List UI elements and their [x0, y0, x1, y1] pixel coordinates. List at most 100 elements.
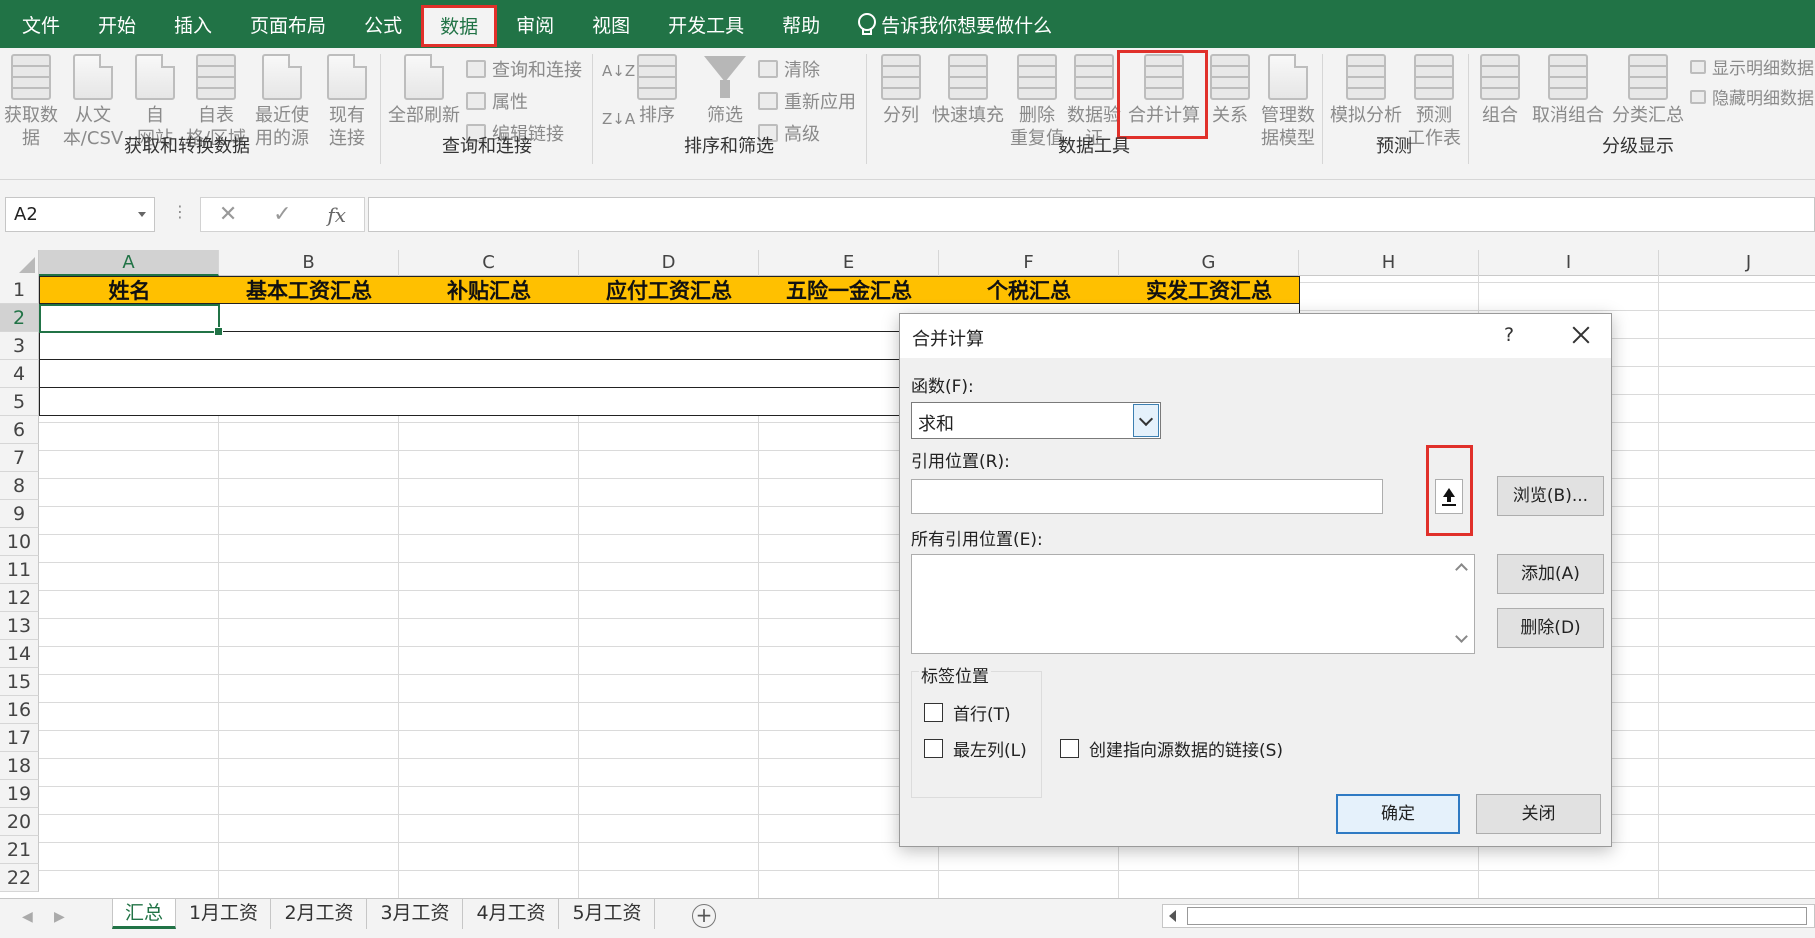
menu-file[interactable]: 文件 [0, 0, 79, 48]
table-cell[interactable] [219, 304, 400, 332]
table-header-cell[interactable]: 应付工资汇总 [579, 276, 760, 304]
all-references-list[interactable] [911, 554, 1475, 654]
filter-button[interactable]: 筛选 [700, 54, 750, 127]
what-if-analysis-button[interactable]: 模拟分析 [1326, 54, 1406, 127]
close-button[interactable]: 关闭 [1476, 794, 1601, 834]
manage-data-model-button[interactable]: 管理数 据模型 [1258, 54, 1318, 150]
row-header[interactable]: 7 [0, 444, 39, 472]
subtotal-button[interactable]: 分类汇总 [1608, 54, 1688, 127]
function-select[interactable]: 求和 [911, 402, 1161, 439]
menu-review[interactable]: 审阅 [497, 0, 573, 48]
scroll-thumb[interactable] [1187, 907, 1807, 925]
flash-fill-button[interactable]: 快速填充 [930, 54, 1006, 127]
close-icon[interactable] [1570, 324, 1592, 346]
from-text-button[interactable]: 从文 本/CSV [60, 54, 126, 150]
table-cell[interactable] [579, 332, 760, 360]
row-header[interactable]: 19 [0, 780, 39, 808]
tab-feb[interactable]: 2月工资 [272, 899, 367, 929]
tell-me-search[interactable]: 告诉我你想要做什么 [839, 11, 1052, 38]
sort-asc-button[interactable]: A↓Z [602, 62, 635, 80]
checkbox-box[interactable] [924, 703, 943, 722]
row-header[interactable]: 21 [0, 836, 39, 864]
menu-data[interactable]: 数据 [421, 4, 498, 47]
column-header[interactable]: J [1659, 250, 1815, 276]
get-data-button[interactable]: 获取数 据 [2, 54, 60, 150]
left-column-checkbox[interactable]: 最左列(L) [924, 736, 1027, 761]
column-header[interactable]: D [579, 250, 759, 276]
column-header[interactable]: B [219, 250, 399, 276]
menu-view[interactable]: 视图 [573, 0, 649, 48]
delete-button[interactable]: 删除(D) [1497, 608, 1604, 648]
row-header[interactable]: 8 [0, 472, 39, 500]
table-cell[interactable] [219, 360, 400, 388]
table-cell[interactable] [219, 332, 400, 360]
existing-connections-button[interactable]: 现有 连接 [322, 54, 372, 150]
insert-function-icon[interactable]: fx [327, 203, 346, 227]
table-cell[interactable] [579, 304, 760, 332]
relationships-button[interactable]: 关系 [1206, 54, 1254, 127]
column-header[interactable]: G [1119, 250, 1299, 276]
tab-may[interactable]: 5月工资 [560, 899, 655, 929]
reference-input[interactable] [911, 479, 1383, 514]
row-header[interactable]: 17 [0, 724, 39, 752]
name-box[interactable]: A2 [5, 197, 155, 232]
tab-mar[interactable]: 3月工资 [368, 899, 463, 929]
menu-formulas[interactable]: 公式 [345, 0, 421, 48]
table-header-cell[interactable]: 基本工资汇总 [219, 276, 400, 304]
table-cell[interactable] [399, 304, 580, 332]
menu-developer[interactable]: 开发工具 [649, 0, 763, 48]
queries-connections-button[interactable]: 查询和连接 [466, 56, 582, 82]
scroll-left-icon[interactable] [1169, 910, 1176, 922]
menu-page-layout[interactable]: 页面布局 [231, 0, 345, 48]
row-header[interactable]: 13 [0, 612, 39, 640]
table-cell[interactable] [39, 332, 220, 360]
column-header[interactable]: E [759, 250, 939, 276]
table-cell[interactable] [39, 360, 220, 388]
row-header[interactable]: 11 [0, 556, 39, 584]
row-header[interactable]: 6 [0, 416, 39, 444]
add-button[interactable]: 添加(A) [1497, 554, 1604, 594]
checkbox-box[interactable] [924, 739, 943, 758]
properties-button[interactable]: 属性 [466, 88, 528, 114]
tab-next-icon[interactable]: ▶ [54, 909, 65, 925]
column-header[interactable]: F [939, 250, 1119, 276]
table-cell[interactable] [39, 388, 220, 416]
hide-detail-button[interactable]: 隐藏明细数据 [1690, 84, 1814, 109]
add-sheet-icon[interactable]: + [692, 904, 716, 928]
table-cell[interactable] [219, 388, 400, 416]
tab-prev-icon[interactable]: ◀ [22, 909, 33, 925]
table-header-cell[interactable]: 补贴汇总 [399, 276, 580, 304]
menu-home[interactable]: 开始 [79, 0, 155, 48]
ok-button[interactable]: 确定 [1336, 794, 1460, 834]
row-header[interactable]: 22 [0, 864, 39, 892]
formula-input[interactable] [368, 197, 1815, 232]
row-header[interactable]: 3 [0, 332, 39, 360]
column-header[interactable]: A [39, 250, 219, 276]
row-header[interactable]: 14 [0, 640, 39, 668]
tab-apr[interactable]: 4月工资 [464, 899, 559, 929]
menu-insert[interactable]: 插入 [155, 0, 231, 48]
tab-jan[interactable]: 1月工资 [177, 899, 271, 929]
chevron-down-icon[interactable] [1133, 404, 1159, 437]
table-cell[interactable] [399, 360, 580, 388]
table-header-cell[interactable]: 五险一金汇总 [759, 276, 940, 304]
ungroup-button[interactable]: 取消组合 [1528, 54, 1608, 127]
select-all-corner[interactable] [0, 250, 39, 276]
recent-sources-button[interactable]: 最近使 用的源 [250, 54, 314, 150]
table-cell[interactable] [399, 388, 580, 416]
show-detail-button[interactable]: 显示明细数据 [1690, 54, 1814, 79]
column-header[interactable]: H [1299, 250, 1479, 276]
table-cell[interactable] [579, 388, 760, 416]
forecast-sheet-button[interactable]: 预测 工作表 [1406, 54, 1462, 150]
text-to-columns-button[interactable]: 分列 [876, 54, 926, 127]
row-header[interactable]: 10 [0, 528, 39, 556]
row-header[interactable]: 5 [0, 388, 39, 416]
sort-desc-button[interactable]: Z↓A [602, 110, 635, 128]
group-button[interactable]: 组合 [1476, 54, 1524, 127]
sort-button[interactable]: 排序 [632, 54, 682, 127]
row-header[interactable]: 9 [0, 500, 39, 528]
browse-button[interactable]: 浏览(B)... [1497, 476, 1604, 516]
row-header[interactable]: 12 [0, 584, 39, 612]
scroll-down-icon[interactable] [1455, 630, 1468, 643]
row-header[interactable]: 1 [0, 276, 39, 304]
